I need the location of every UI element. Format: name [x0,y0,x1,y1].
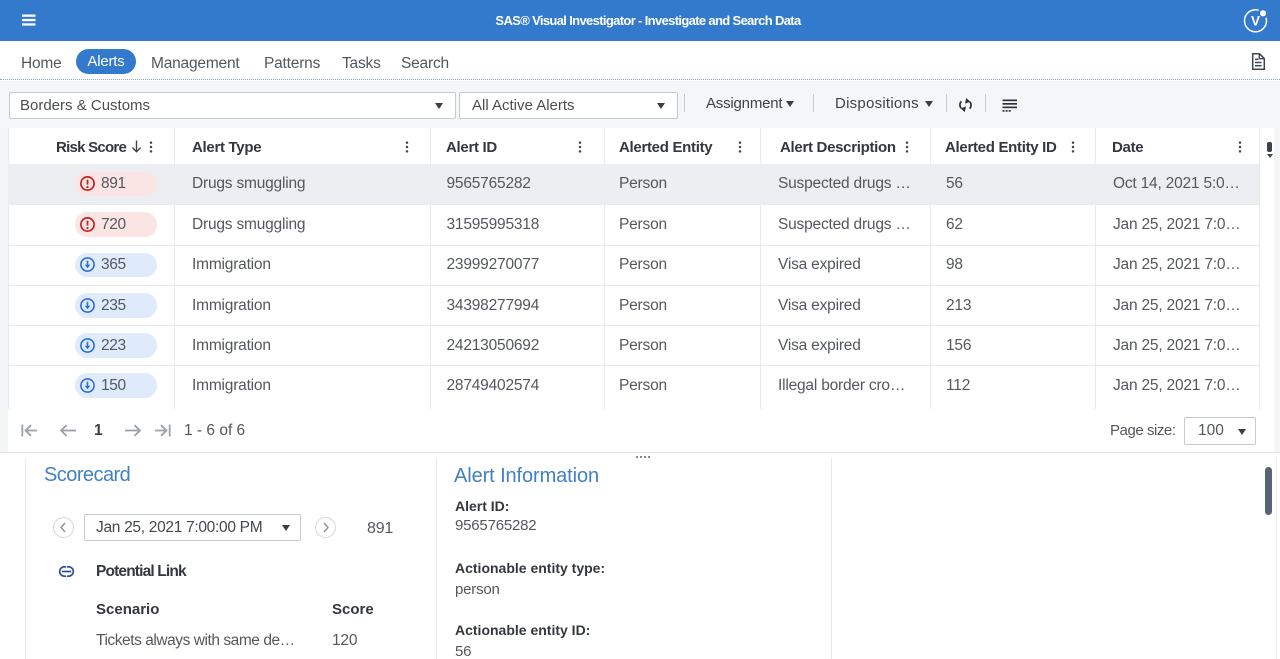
svg-text:V: V [1251,14,1260,29]
